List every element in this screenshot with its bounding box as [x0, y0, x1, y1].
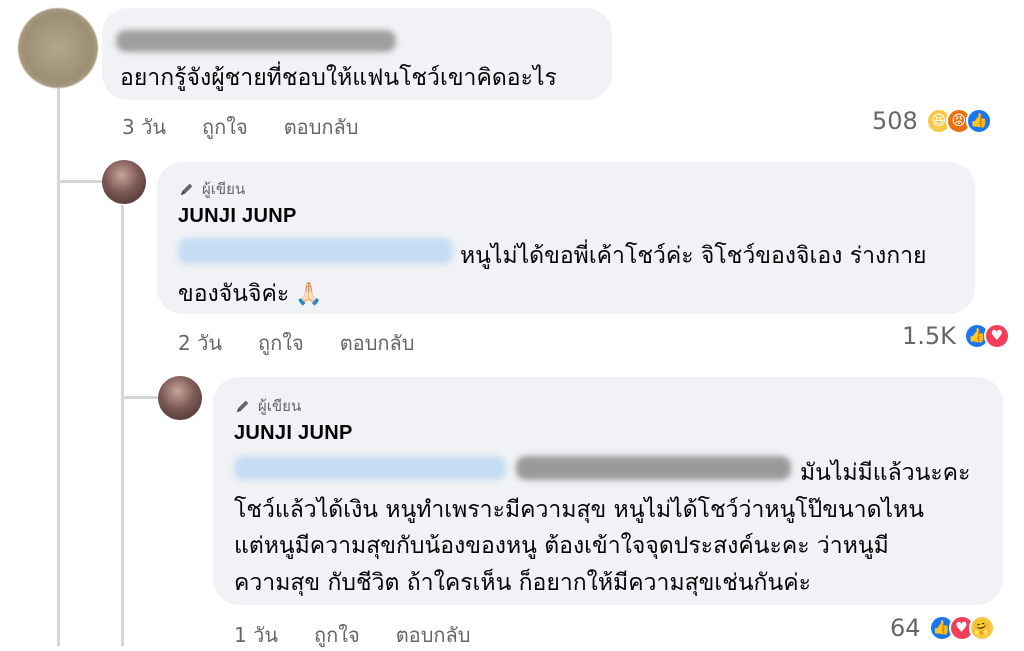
reply-text-2-line-2: โชว์แล้วได้เงิน หนูทำเพราะมีความสุข หนูไ…	[234, 497, 924, 523]
mention-blurred-2[interactable]	[234, 456, 506, 480]
like-button-1[interactable]: ถูกใจ	[202, 111, 248, 143]
avatar-author-2[interactable]	[158, 376, 202, 420]
reply-text-2-line-1: มันไม่มีแล้วนะคะ	[800, 460, 971, 486]
love-icon: ♥	[983, 323, 1010, 349]
comment-actions-1: 3 วัน ถูกใจ ตอบกลับ	[122, 111, 358, 143]
reply-text-2-line-3: แต่หนูมีความสุขกับน้องของหนู ต้องเข้าใจจ…	[234, 533, 889, 559]
thread-line-branch-2	[121, 396, 159, 399]
reply-actions-2: 1 วัน ถูกใจ ตอบกลับ	[234, 619, 470, 651]
reactions-3[interactable]: 64 👍 ♥ 🤗	[890, 614, 995, 642]
avatar-author-1[interactable]	[102, 160, 146, 204]
commenter-name-blurred[interactable]	[116, 30, 396, 52]
reactions-1[interactable]: 508 😆 😡 👍	[872, 107, 992, 135]
reply-button-3[interactable]: ตอบกลับ	[396, 619, 471, 651]
avatar-commenter[interactable]	[18, 8, 98, 88]
reactions-2[interactable]: 1.5K 👍 ♥	[902, 322, 1010, 350]
author-badge-2: ผู้เขียน	[234, 394, 301, 418]
reaction-count-2: 1.5K	[902, 322, 956, 350]
author-badge-label-2: ผู้เขียน	[258, 397, 302, 415]
like-icon: 👍	[965, 108, 992, 134]
comment-time-1: 3 วัน	[122, 115, 166, 139]
author-name-2[interactable]: JUNJI JUNP	[234, 422, 353, 445]
thread-line-sub	[121, 205, 124, 646]
like-button-2[interactable]: ถูกใจ	[258, 327, 304, 359]
reply-time-1: 2 วัน	[178, 331, 222, 355]
thread-line-branch-1	[57, 180, 102, 183]
author-name-1[interactable]: JUNJI JUNP	[178, 205, 297, 228]
author-badge-1: ผู้เขียน	[178, 177, 245, 201]
reply-text-2-line-4: ความสุข กับชีวิต ถ้าใครเห็น ก็อยากให้มีค…	[234, 570, 811, 596]
thread-line-main	[57, 88, 60, 646]
name-blurred-2[interactable]	[516, 456, 791, 480]
care-icon: 🤗	[968, 615, 995, 641]
reaction-count-1: 508	[872, 107, 918, 135]
reply-actions-1: 2 วัน ถูกใจ ตอบกลับ	[178, 327, 414, 359]
reply-text-1-line-2: ของจันจิค่ะ 🙏🏻	[178, 276, 323, 312]
pen-icon	[236, 400, 249, 413]
reply-text-1-line-1: หนูไม่ได้ขอพี่เค้าโชว์ค่ะ จิโชว์ของจิเอง…	[460, 243, 927, 269]
reply-text-1-line-2-text: ของจันจิค่ะ	[178, 281, 290, 307]
mention-blurred-1[interactable]	[178, 238, 453, 264]
folded-hands-icon: 🙏🏻	[295, 282, 323, 307]
reply-time-2: 1 วัน	[234, 623, 278, 647]
reply-button-2[interactable]: ตอบกลับ	[340, 327, 415, 359]
author-badge-label-1: ผู้เขียน	[202, 180, 246, 198]
comment-text-1: อยากรู้จังผู้ชายที่ชอบให้แฟนโชว์เขาคิดอะ…	[120, 65, 557, 91]
reply-button-1[interactable]: ตอบกลับ	[284, 111, 359, 143]
pen-icon	[180, 183, 193, 196]
reaction-count-3: 64	[890, 614, 921, 642]
like-button-3[interactable]: ถูกใจ	[314, 619, 360, 651]
